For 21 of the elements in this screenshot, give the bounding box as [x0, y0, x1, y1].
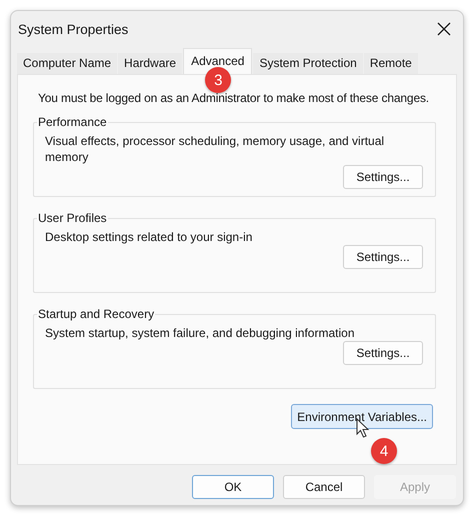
group-description: Desktop settings related to your sign-in — [45, 229, 254, 245]
window-title: System Properties — [18, 22, 128, 36]
admin-note: You must be logged on as an Administrator to make most of these changes. — [38, 91, 430, 105]
tab[interactable]: Hardware — [118, 53, 182, 74]
group-title: User Profiles — [37, 211, 108, 225]
dialog-button[interactable]: OK — [192, 475, 274, 499]
tab[interactable]: System Protection — [253, 53, 363, 74]
group-description: System startup, system failure, and debugging information — [45, 325, 356, 341]
close-icon[interactable] — [437, 22, 451, 36]
step-badge: 4 — [371, 438, 397, 464]
tab[interactable]: Remote — [364, 53, 418, 74]
dialog-button[interactable]: Cancel — [283, 475, 365, 499]
settings-button[interactable]: Settings... — [343, 165, 423, 189]
group-title: Startup and Recovery — [37, 307, 156, 321]
tab[interactable]: Computer Name — [17, 53, 118, 74]
group-title: Performance — [37, 115, 108, 129]
environment-variables-button[interactable]: Environment Variables... — [291, 404, 433, 429]
settings-button[interactable]: Settings... — [343, 341, 423, 365]
settings-button[interactable]: Settings... — [343, 245, 423, 269]
tab[interactable]: Advanced — [183, 48, 252, 74]
group-description: Visual effects, processor scheduling, memory usage, and virtual memory — [45, 133, 386, 165]
